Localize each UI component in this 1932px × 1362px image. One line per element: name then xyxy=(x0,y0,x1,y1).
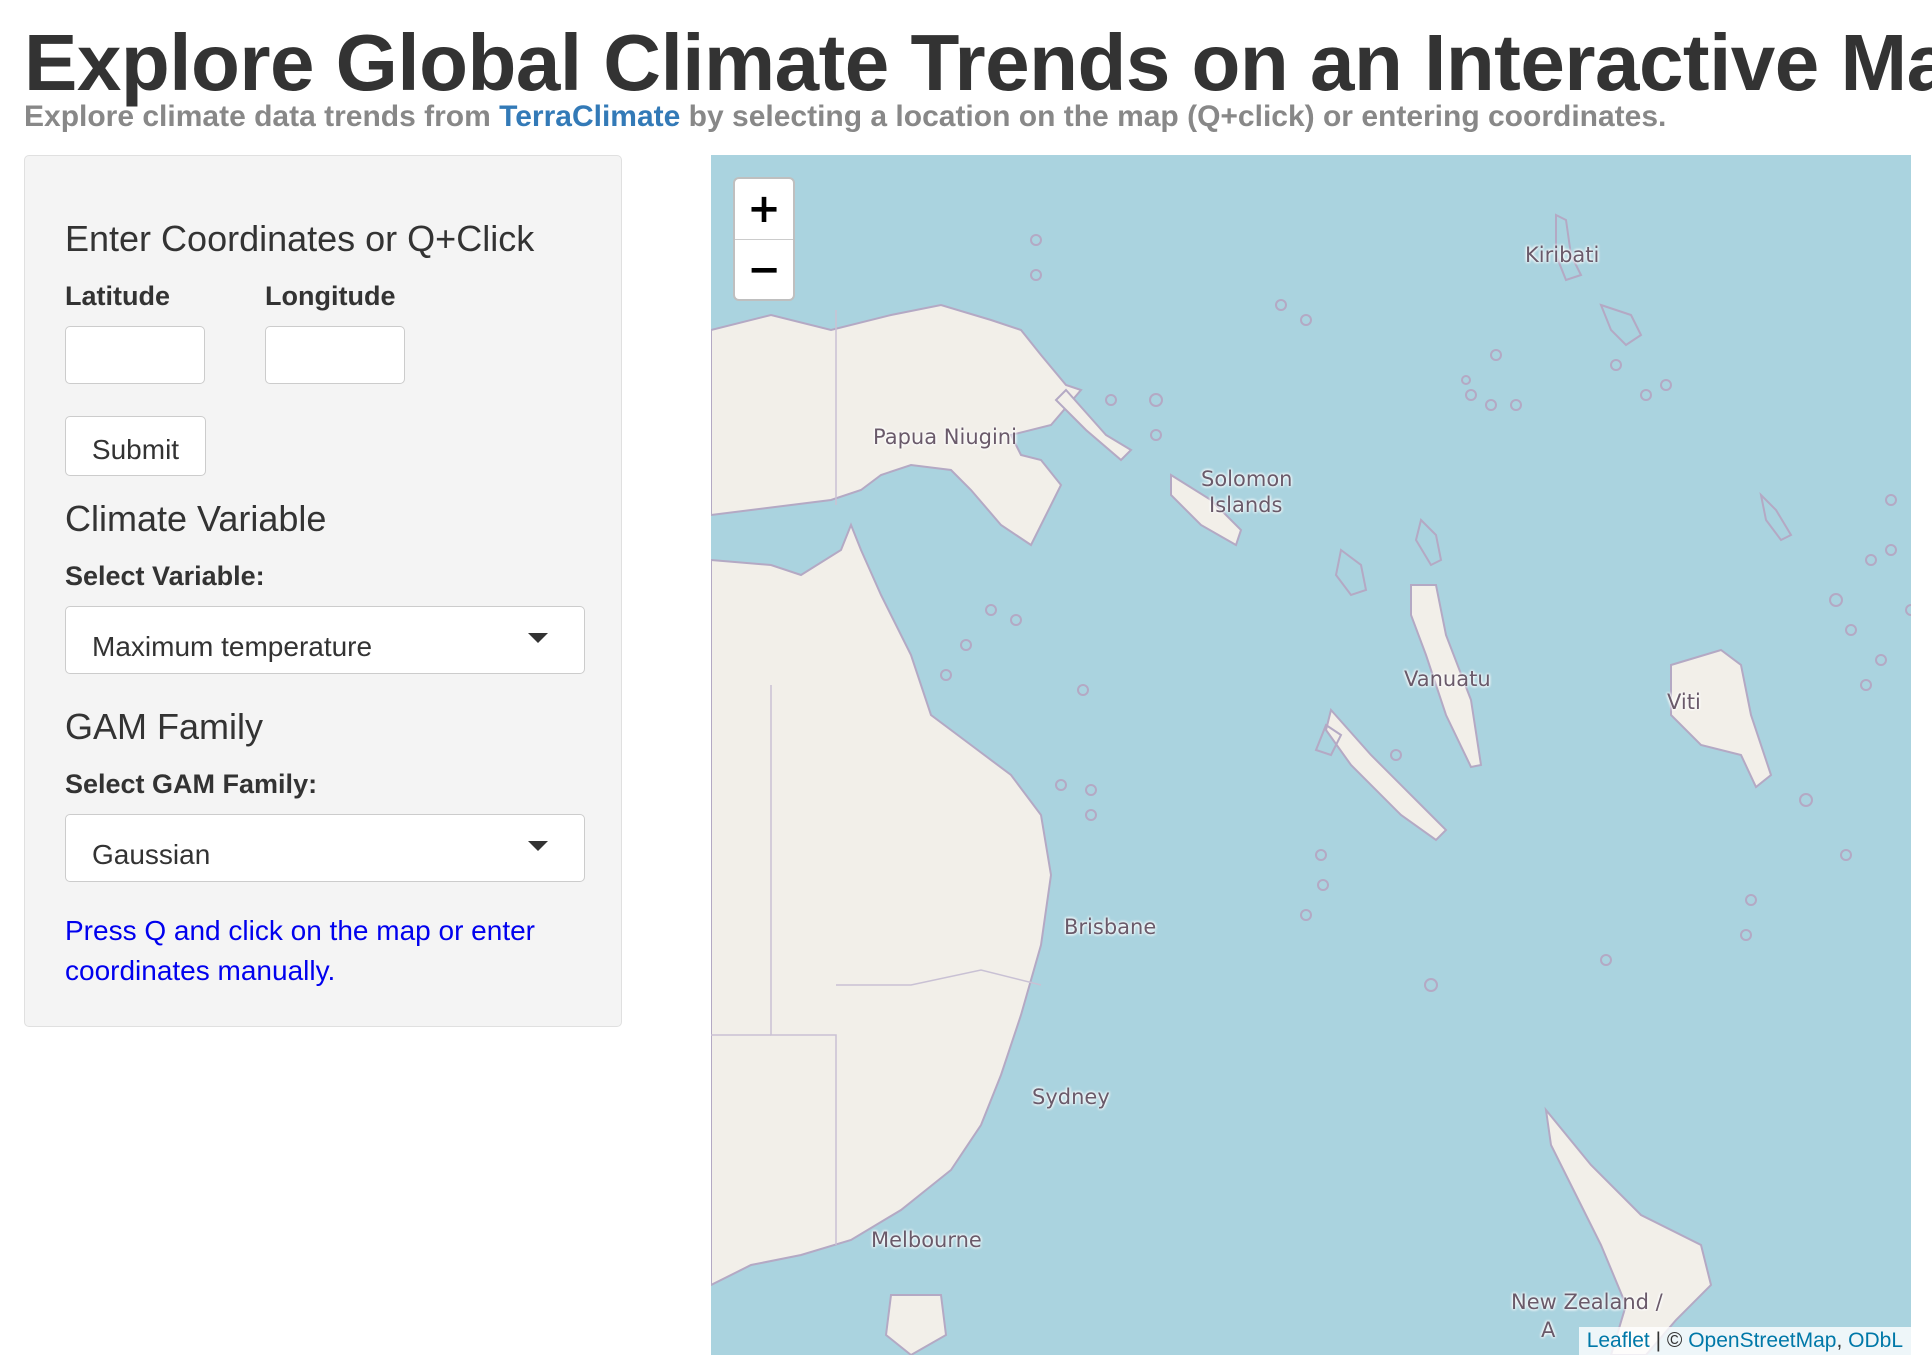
new-caledonia-land xyxy=(1324,707,1448,842)
select-variable-label: Select Variable: xyxy=(65,561,265,591)
select-gam-family-label: Select GAM Family: xyxy=(65,769,318,799)
island-outline xyxy=(1414,518,1443,567)
attribution-separator: | © xyxy=(1649,1329,1689,1352)
chevron-down-icon xyxy=(528,841,548,851)
map-label-nz-cut: A xyxy=(1541,1318,1556,1342)
fiji-land xyxy=(1670,648,1773,789)
terraclimate-link[interactable]: TerraClimate xyxy=(499,100,680,133)
gam-family-selected-value: Gaussian xyxy=(92,839,211,870)
island-outline xyxy=(1759,491,1793,542)
subtitle-text-before: Explore climate data trends from xyxy=(24,100,500,133)
map-label-viti: Viti xyxy=(1667,690,1701,714)
gam-family-select[interactable]: Gaussian xyxy=(65,814,585,882)
map-label-brisbane: Brisbane xyxy=(1064,915,1157,939)
coords-heading: Enter Coordinates or Q+Click xyxy=(65,218,535,259)
attribution-comma: , xyxy=(1836,1329,1849,1352)
map-label-solomon-1: Solomon xyxy=(1201,467,1293,491)
openstreetmap-link[interactable]: OpenStreetMap xyxy=(1688,1329,1836,1352)
submit-button[interactable]: Submit xyxy=(65,416,206,476)
kiribati-atoll xyxy=(1599,303,1643,347)
sidebar-panel: Enter Coordinates or Q+Click Latitude Lo… xyxy=(24,155,622,1027)
instruction-text: Press Q and click on the map or enter co… xyxy=(65,915,535,986)
longitude-label: Longitude xyxy=(265,281,396,311)
subtitle-text-after: by selecting a location on the map (Q+cl… xyxy=(680,100,1667,133)
map-label-papua: Papua Niugini xyxy=(873,425,1017,449)
latitude-label: Latitude xyxy=(65,281,170,311)
chevron-down-icon xyxy=(528,633,548,643)
tasmania-land xyxy=(884,1294,948,1355)
variable-selected-value: Maximum temperature xyxy=(92,631,373,662)
longitude-input[interactable] xyxy=(265,326,405,384)
zoom-out-button[interactable]: − xyxy=(735,240,793,299)
new-zealand-land xyxy=(1544,1106,1713,1355)
odbl-link[interactable]: ODbL xyxy=(1848,1329,1903,1352)
map-tiles xyxy=(711,213,1911,1355)
map-attribution: Leaflet | © OpenStreetMap, ODbL xyxy=(1578,1327,1911,1355)
map-container[interactable]: + − Kiribati Papua Niugini Solomon Islan… xyxy=(711,155,1911,1355)
map-label-sydney: Sydney xyxy=(1032,1085,1110,1109)
map-label-kiribati: Kiribati xyxy=(1525,243,1600,267)
gam-family-heading: GAM Family xyxy=(65,706,263,747)
latitude-input[interactable] xyxy=(65,326,205,384)
new-britain-land xyxy=(1054,388,1133,462)
map-label-melbourne: Melbourne xyxy=(871,1228,982,1252)
australia-land xyxy=(711,522,1053,1287)
variable-select[interactable]: Maximum temperature xyxy=(65,606,585,674)
zoom-control: + − xyxy=(733,177,795,301)
page-title: Explore Global Climate Trends on an Inte… xyxy=(24,18,1932,107)
leaflet-link[interactable]: Leaflet xyxy=(1587,1329,1650,1352)
zoom-in-button[interactable]: + xyxy=(735,179,793,240)
map-label-vanuatu: Vanuatu xyxy=(1404,667,1491,691)
page-subtitle: Explore climate data trends from TerraCl… xyxy=(24,100,1666,134)
climate-variable-heading: Climate Variable xyxy=(65,498,327,539)
island-outline xyxy=(1334,548,1368,597)
map-label-solomon-2: Islands xyxy=(1209,493,1283,517)
map-label-new-zealand: New Zealand / xyxy=(1511,1290,1663,1314)
